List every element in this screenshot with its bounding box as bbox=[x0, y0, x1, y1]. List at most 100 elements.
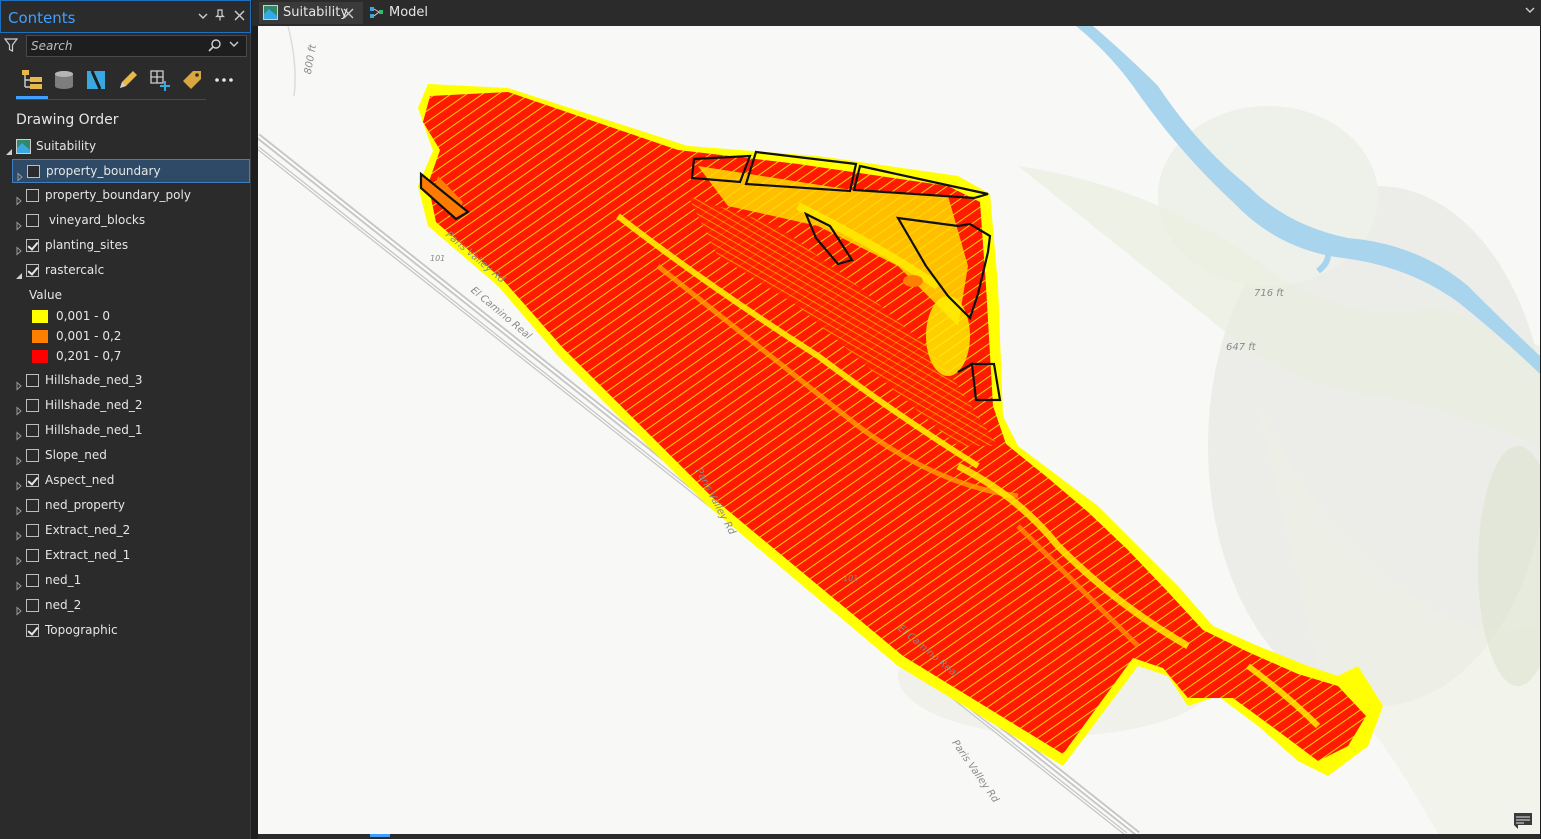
list-by-snapping-icon[interactable] bbox=[147, 66, 173, 94]
tab-overflow-chevron-icon[interactable] bbox=[1525, 5, 1535, 18]
layer-row[interactable]: ned_1 bbox=[0, 569, 251, 593]
layer-visibility-checkbox[interactable] bbox=[27, 165, 40, 178]
layer-visibility-checkbox[interactable] bbox=[26, 399, 39, 412]
collapse-triangle-icon[interactable] bbox=[4, 142, 14, 155]
layer-label: Extract_ned_1 bbox=[45, 548, 131, 562]
collapse-triangle-icon[interactable] bbox=[14, 266, 24, 279]
layer-row[interactable]: Hillshade_ned_1 bbox=[0, 419, 251, 443]
search-row bbox=[0, 34, 251, 58]
layer-visibility-checkbox[interactable] bbox=[26, 524, 39, 537]
layer-visibility-checkbox[interactable] bbox=[26, 264, 39, 277]
layer-visibility-checkbox[interactable] bbox=[26, 189, 39, 202]
pin-icon[interactable] bbox=[213, 9, 227, 25]
list-by-data-source-icon[interactable] bbox=[51, 66, 77, 94]
expand-triangle-icon[interactable] bbox=[14, 451, 24, 466]
tab-label: Suitability bbox=[283, 5, 349, 20]
layer-label: property_boundary bbox=[46, 164, 161, 178]
map-label-elevation: 647 ft bbox=[1226, 342, 1256, 353]
search-options-chevron-icon[interactable] bbox=[229, 39, 239, 52]
layer-visibility-checkbox[interactable] bbox=[26, 474, 39, 487]
map-node-suitability[interactable]: Suitability bbox=[0, 135, 251, 159]
layer-visibility-checkbox[interactable] bbox=[26, 374, 39, 387]
expand-triangle-icon[interactable] bbox=[14, 216, 24, 231]
layer-row[interactable]: rastercalc bbox=[0, 259, 251, 283]
legend-item: 0,001 - 0 bbox=[32, 307, 232, 327]
chevron-down-icon[interactable] bbox=[196, 9, 210, 25]
expand-triangle-icon[interactable] bbox=[14, 526, 24, 541]
tab-suitability[interactable]: Suitability bbox=[259, 2, 363, 24]
layer-visibility-checkbox[interactable] bbox=[26, 499, 39, 512]
layer-label: ned_property bbox=[45, 498, 125, 512]
search-input[interactable] bbox=[31, 38, 199, 54]
layer-visibility-checkbox[interactable] bbox=[26, 549, 39, 562]
attribution-toggle-icon[interactable] bbox=[1512, 809, 1534, 831]
layer-visibility-checkbox[interactable] bbox=[26, 449, 39, 462]
tab-model[interactable]: Model bbox=[365, 2, 435, 24]
list-by-labeling-icon[interactable] bbox=[179, 66, 205, 94]
close-tab-icon[interactable] bbox=[343, 4, 354, 23]
legend-item: 0,201 - 0,7 bbox=[32, 347, 232, 367]
layer-visibility-checkbox[interactable] bbox=[26, 214, 39, 227]
layer-row[interactable]: property_boundary bbox=[12, 159, 250, 183]
legend-label: 0,001 - 0,2 bbox=[56, 329, 122, 343]
map-icon bbox=[263, 5, 278, 20]
layer-row[interactable]: ned_property bbox=[0, 494, 251, 518]
expand-triangle-icon[interactable] bbox=[14, 476, 24, 491]
expand-triangle-icon[interactable] bbox=[14, 241, 24, 256]
layer-label: planting_sites bbox=[45, 238, 129, 252]
map-view[interactable]: 800 ft Paris Valley Rd 101 El Camino Rea… bbox=[258, 26, 1540, 834]
layer-visibility-checkbox[interactable] bbox=[26, 574, 39, 587]
legend-swatch[interactable] bbox=[32, 310, 48, 323]
layer-row[interactable]: Hillshade_ned_2 bbox=[0, 394, 251, 418]
layer-row[interactable]: Extract_ned_2 bbox=[0, 519, 251, 543]
layer-visibility-checkbox[interactable] bbox=[26, 599, 39, 612]
filter-icon[interactable] bbox=[3, 37, 19, 53]
more-icon[interactable] bbox=[211, 66, 237, 94]
close-icon[interactable] bbox=[232, 9, 246, 25]
search-icon[interactable] bbox=[207, 38, 223, 54]
layer-row[interactable]: Topographic bbox=[0, 619, 251, 643]
layer-row[interactable]: ned_2 bbox=[0, 594, 251, 618]
layer-visibility-checkbox[interactable] bbox=[26, 624, 39, 637]
layer-visibility-checkbox[interactable] bbox=[26, 424, 39, 437]
layer-label: ned_1 bbox=[45, 573, 82, 587]
expand-triangle-icon[interactable] bbox=[14, 401, 24, 416]
expand-triangle-icon[interactable] bbox=[14, 191, 24, 206]
legend-title: Value bbox=[29, 288, 62, 302]
expand-triangle-icon[interactable] bbox=[15, 167, 25, 182]
map-label-elevation: 716 ft bbox=[1254, 288, 1284, 299]
status-indicator bbox=[370, 834, 390, 837]
local-road bbox=[287, 26, 296, 97]
map-canvas[interactable] bbox=[258, 26, 1540, 834]
layer-label: Hillshade_ned_3 bbox=[45, 373, 143, 387]
legend-swatch[interactable] bbox=[32, 330, 48, 343]
list-by-drawing-order-icon[interactable] bbox=[19, 66, 45, 94]
layer-row[interactable]: Extract_ned_1 bbox=[0, 544, 251, 568]
expand-triangle-icon[interactable] bbox=[14, 601, 24, 616]
layer-label: Topographic bbox=[45, 623, 118, 637]
view-tab-bar: Suitability Model bbox=[252, 0, 1541, 26]
legend-swatch[interactable] bbox=[32, 350, 48, 363]
expand-triangle-icon[interactable] bbox=[14, 551, 24, 566]
expand-triangle-icon[interactable] bbox=[14, 376, 24, 391]
layer-label: property_boundary_poly bbox=[45, 188, 191, 202]
expand-triangle-icon[interactable] bbox=[14, 501, 24, 516]
layer-row[interactable]: Hillshade_ned_3 bbox=[0, 369, 251, 393]
layer-row[interactable]: Aspect_ned bbox=[0, 469, 251, 493]
drawing-order-heading: Drawing Order bbox=[16, 112, 119, 128]
list-by-selection-icon[interactable] bbox=[83, 66, 109, 94]
layer-visibility-checkbox[interactable] bbox=[26, 239, 39, 252]
layer-row[interactable]: planting_sites bbox=[0, 234, 251, 258]
list-by-editing-icon[interactable] bbox=[115, 66, 141, 94]
layer-label: rastercalc bbox=[45, 263, 105, 277]
layer-row[interactable]: property_boundary_poly bbox=[0, 184, 251, 208]
layer-row[interactable]: Slope_ned bbox=[0, 444, 251, 468]
layer-label: vineyard_blocks bbox=[45, 213, 146, 227]
expand-triangle-icon[interactable] bbox=[14, 576, 24, 591]
map-label-highway-shield: 101 bbox=[430, 254, 446, 263]
toolbar-divider bbox=[16, 99, 206, 100]
layer-row[interactable]: vineyard_blocks bbox=[0, 209, 251, 233]
map-label-highway-shield: 101 bbox=[843, 574, 859, 583]
expand-triangle-icon[interactable] bbox=[14, 426, 24, 441]
model-icon bbox=[369, 5, 384, 20]
